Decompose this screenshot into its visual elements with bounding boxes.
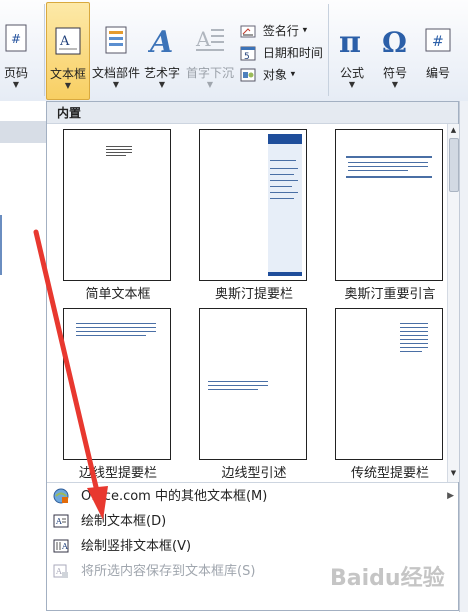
- margin-marker: [0, 215, 2, 275]
- scroll-up-icon[interactable]: ▲: [448, 124, 459, 136]
- draw-vertical-textbox-item[interactable]: A 绘制竖排文本框(V): [47, 534, 458, 559]
- svg-text:A: A: [195, 27, 211, 51]
- svg-text:A: A: [148, 26, 173, 56]
- textbox-label: 文本框: [49, 67, 86, 81]
- quick-parts-label: 文档部件: [91, 66, 140, 80]
- svg-text:#: #: [432, 34, 444, 50]
- save-selection-icon: A: [53, 564, 68, 578]
- object-icon: [240, 68, 256, 81]
- menu-item-label: Office.com 中的其他文本框(M): [81, 489, 268, 504]
- object-button[interactable]: 对象 ▾: [240, 66, 295, 86]
- date-time-button[interactable]: 5 日期和时间: [240, 44, 323, 64]
- group-separator: [44, 4, 45, 96]
- group-separator: [328, 4, 329, 96]
- svg-text:A: A: [59, 34, 70, 49]
- office-globe-icon: [53, 488, 69, 504]
- chevron-down-icon: ▼: [348, 80, 356, 89]
- chevron-down-icon: ▼: [112, 80, 120, 89]
- textbox-button[interactable]: A 文本框 ▼: [46, 2, 90, 100]
- draw-vertical-textbox-icon: A: [53, 539, 69, 553]
- omega-icon: Ω: [380, 26, 410, 59]
- textbox-icon: A: [55, 27, 81, 58]
- chevron-down-icon: ▼: [12, 80, 20, 89]
- drop-cap-icon: A: [195, 26, 225, 57]
- number-label: 编号: [425, 66, 450, 80]
- signature-line-label: 签名行: [262, 24, 299, 38]
- watermark-logo: Baidu经验: [330, 566, 445, 591]
- gallery-thumbnail: [335, 308, 443, 460]
- svg-text:5: 5: [244, 52, 250, 61]
- gallery-item-label: 简单文本框: [85, 287, 151, 302]
- menu-divider: [47, 482, 458, 483]
- chevron-down-icon: ▼: [158, 80, 166, 89]
- chevron-down-icon: ▼: [64, 81, 72, 90]
- gallery-thumbnail: [63, 129, 171, 281]
- equation-button[interactable]: π 公式 ▼: [330, 2, 374, 98]
- signature-icon: [240, 25, 256, 37]
- wordart-label: 艺术字: [143, 66, 180, 80]
- wordart-icon: A: [147, 25, 176, 60]
- symbol-label: 符号: [382, 66, 407, 80]
- wordart-button[interactable]: A 艺术字 ▼: [142, 2, 182, 98]
- equation-label: 公式: [339, 66, 364, 80]
- gallery-thumbnail: [335, 129, 443, 281]
- page-number-label: 页码: [3, 66, 28, 80]
- chevron-down-icon: ▼: [206, 80, 214, 89]
- menu-item-label: 将所选内容保存到文本框库(S): [81, 564, 256, 579]
- svg-text:π: π: [339, 26, 361, 56]
- gallery-thumbnail: [63, 308, 171, 460]
- right-scrollbar[interactable]: [459, 101, 468, 612]
- gallery-item-label: 边线型提要栏: [78, 466, 157, 481]
- calendar-clock-icon: 5: [240, 46, 256, 61]
- drop-cap-label: 首字下沉: [185, 66, 234, 80]
- svg-text:A: A: [61, 542, 68, 551]
- textbox-gallery: 简单文本框 奥斯汀提要栏 奥斯汀重要引言 边线型提要栏 边线型引述 传统型提要栏: [47, 124, 447, 482]
- page-number-button[interactable]: # 页码 ▼: [0, 2, 36, 98]
- submenu-arrow-icon: ▶: [447, 491, 454, 501]
- builtin-section-header: 内置: [47, 102, 458, 124]
- page-number-icon: #: [5, 24, 27, 55]
- svg-text:Ω: Ω: [382, 26, 407, 56]
- gallery-item-label: 传统型提要栏: [350, 466, 429, 481]
- menu-item-label: 绘制竖排文本框(V): [81, 539, 192, 554]
- gallery-scrollbar[interactable]: ▲ ▼: [447, 124, 459, 482]
- draw-textbox-icon: A: [53, 514, 69, 528]
- date-time-label: 日期和时间: [262, 46, 323, 60]
- office-more-textboxes-item[interactable]: Office.com 中的其他文本框(M) ▶: [47, 484, 458, 509]
- quick-parts-button[interactable]: 文档部件 ▼: [90, 2, 142, 98]
- chevron-down-icon: ▼: [391, 80, 399, 89]
- number-button[interactable]: # 编号: [418, 2, 458, 98]
- gallery-item-label: 奥斯汀重要引言: [344, 287, 436, 302]
- insert-ribbon: # 页码 ▼ A 文本框 ▼ 文档部件 ▼ A 艺术字 ▼ A 首字下沉 ▼ 签…: [0, 0, 468, 102]
- chevron-down-icon: ▾: [302, 25, 308, 36]
- scroll-thumb[interactable]: [449, 138, 459, 192]
- svg-text:A: A: [55, 567, 62, 576]
- document-area: [0, 101, 46, 612]
- quick-parts-icon: [103, 26, 129, 57]
- menu-item-label: 绘制文本框(D): [81, 514, 167, 529]
- drop-cap-button[interactable]: A 首字下沉 ▼: [184, 2, 236, 98]
- pi-icon: π: [337, 25, 367, 60]
- textbox-dropdown-menu: 内置 简单文本框 奥斯汀提要栏 奥斯汀重要引言 边线型提要栏 边线型引述 传统型…: [46, 101, 459, 611]
- gallery-thumbnail: [199, 308, 307, 460]
- svg-text:A: A: [55, 517, 62, 526]
- symbol-button[interactable]: Ω 符号 ▼: [374, 2, 416, 98]
- ruler-strip: [0, 121, 46, 143]
- chevron-down-icon: ▾: [290, 69, 296, 80]
- object-label: 对象: [262, 68, 287, 82]
- gallery-item-label: 奥斯汀提要栏: [214, 287, 293, 302]
- signature-line-button[interactable]: 签名行 ▾: [240, 22, 307, 42]
- gallery-item-label: 边线型引述: [221, 466, 287, 481]
- number-icon: #: [425, 26, 451, 57]
- gallery-thumbnail: [199, 129, 307, 281]
- draw-textbox-item[interactable]: A 绘制文本框(D): [47, 509, 458, 534]
- svg-text:#: #: [11, 32, 21, 46]
- scroll-down-icon[interactable]: ▼: [448, 467, 459, 479]
